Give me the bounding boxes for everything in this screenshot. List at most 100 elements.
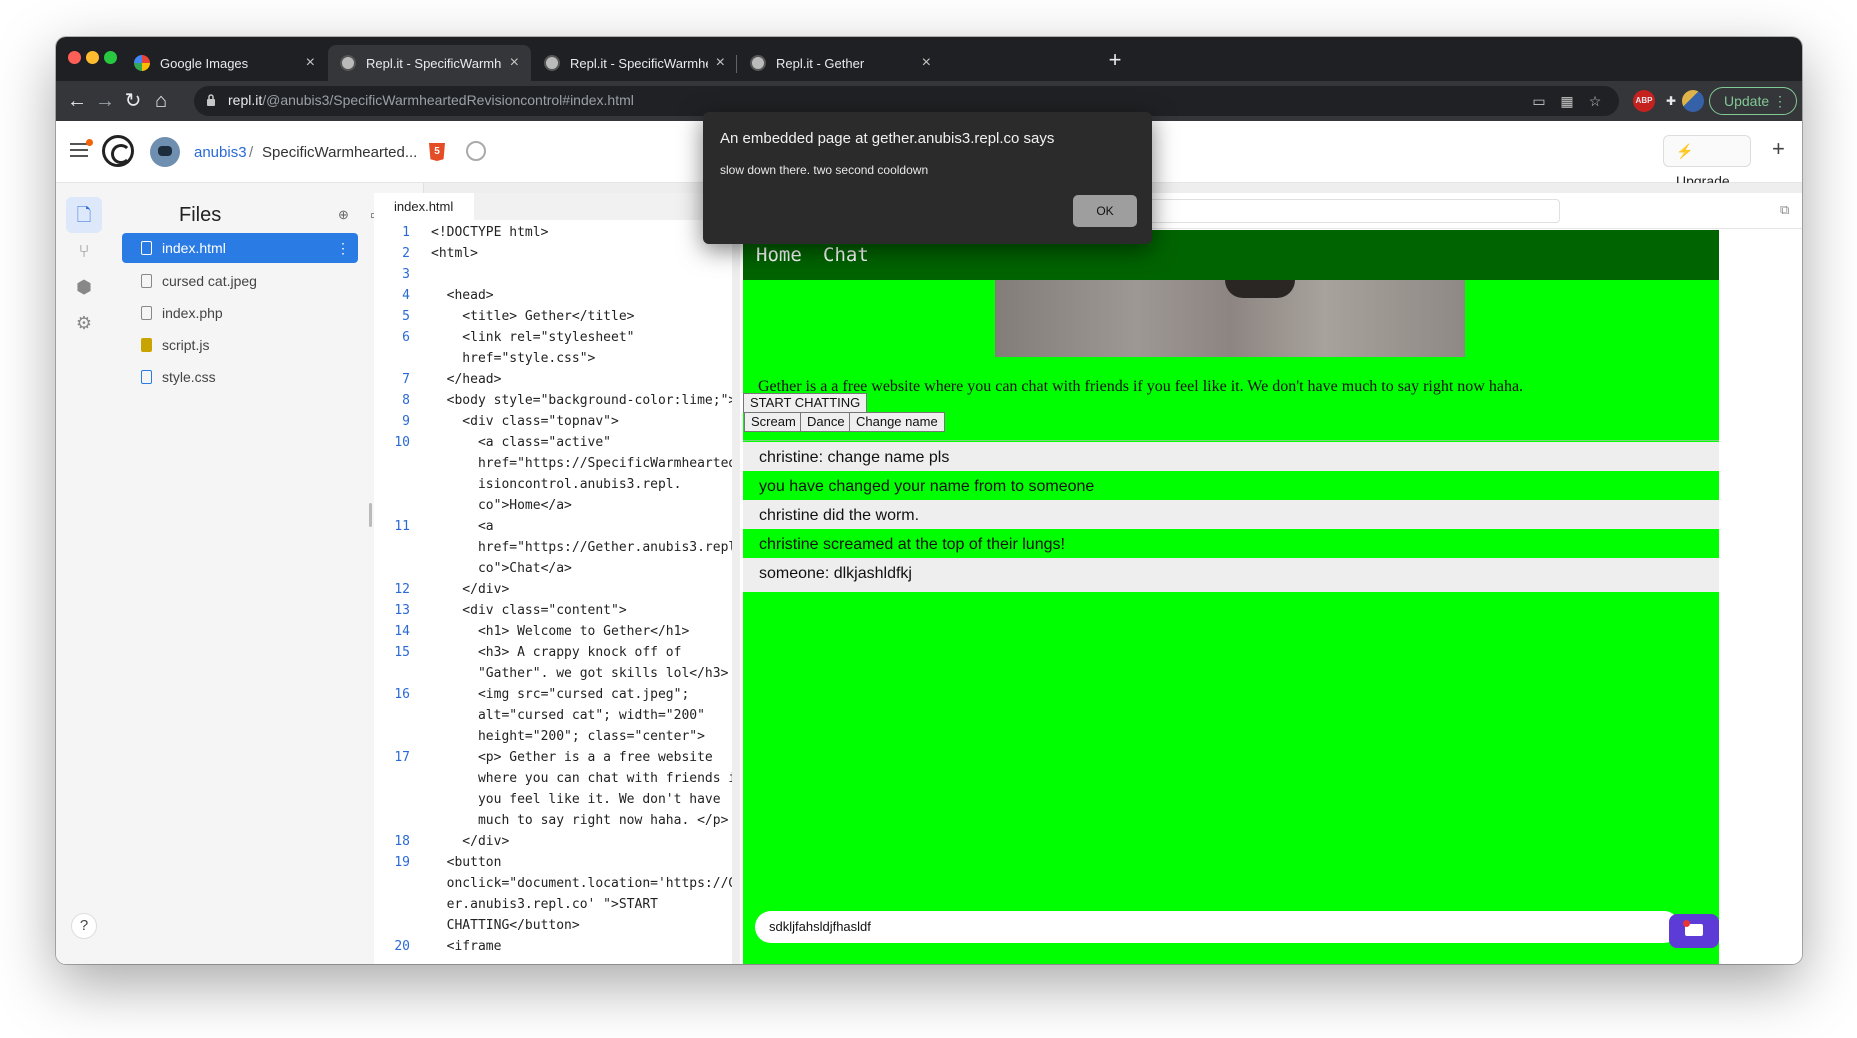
chat-input[interactable]: sdkljfahsldjfhasldf (755, 911, 1680, 943)
code-line[interactable]: much to say right now haha. </p> (374, 810, 732, 831)
home-icon[interactable]: ⌂ (147, 87, 175, 115)
file-item-style-css[interactable]: style.css (122, 362, 358, 392)
line-number: 3 (402, 267, 410, 282)
editor-tab-index-html[interactable]: index.html (374, 193, 474, 220)
code-line[interactable]: 3 (374, 264, 732, 285)
minimize-window-button[interactable] (86, 51, 99, 64)
code-line[interactable]: 8 <body style="background-color:lime;"> (374, 390, 732, 411)
code-line[interactable]: you feel like it. We don't have (374, 789, 732, 810)
code-line[interactable]: href="https://SpecificWarmheartedRev (374, 453, 732, 474)
code-line[interactable]: height="200"; class="center"> (374, 726, 732, 747)
file-menu-icon[interactable]: ⋮ (336, 233, 350, 263)
code-line[interactable]: 12 </div> (374, 579, 732, 600)
repl-name[interactable]: SpecificWarmhearted... (262, 144, 417, 161)
maximize-window-button[interactable] (104, 51, 117, 64)
forward-icon[interactable]: → (91, 87, 119, 115)
line-text: height="200"; class="center"> (431, 729, 705, 744)
close-tab-icon[interactable]: × (922, 54, 931, 72)
code-line[interactable]: 1 <!DOCTYPE html> (374, 222, 732, 243)
profile-avatar-icon[interactable] (1682, 90, 1704, 112)
tab-repl-2[interactable]: Repl.it - SpecificWarmheartedR × (532, 45, 737, 81)
file-item-cursed-cat[interactable]: cursed cat.jpeg (122, 266, 358, 296)
update-button[interactable]: Update ⋮ (1709, 87, 1797, 115)
new-file-icon[interactable]: ⊕ (338, 207, 349, 223)
replit-logo[interactable] (102, 135, 134, 167)
reload-icon[interactable]: ↻ (119, 87, 147, 115)
code-line[interactable]: 7 </head> (374, 369, 732, 390)
code-line[interactable]: 11 <a (374, 516, 732, 537)
back-icon[interactable]: ← (63, 87, 91, 115)
code-line[interactable]: 4 <head> (374, 285, 732, 306)
qr-code-icon[interactable]: ▦ (1558, 92, 1576, 110)
code-line[interactable]: isioncontrol.anubis3.repl. (374, 474, 732, 495)
change-name-button[interactable]: Change name (849, 412, 945, 432)
menu-icon[interactable] (70, 143, 88, 157)
nav-home-link[interactable]: Home (756, 244, 802, 266)
username-link[interactable]: anubis3 (194, 144, 247, 161)
cast-icon[interactable]: ▭ (1530, 92, 1548, 110)
code-line[interactable]: 9 <div class="topnav"> (374, 411, 732, 432)
dance-button[interactable]: Dance (800, 412, 852, 432)
upgrade-button[interactable]: ⚡ Upgrade (1663, 135, 1751, 189)
user-avatar[interactable] (150, 137, 180, 167)
add-pane-icon[interactable]: + (1772, 136, 1785, 162)
line-number: 11 (394, 519, 410, 534)
tab-google-images[interactable]: Google Images × (122, 45, 327, 81)
code-line[interactable]: er.anubis3.repl.co' ">START (374, 894, 732, 915)
scream-button[interactable]: Scream (744, 412, 803, 432)
bookmark-star-icon[interactable]: ☆ (1586, 92, 1604, 110)
code-line[interactable]: 13 <div class="content"> (374, 600, 732, 621)
file-item-index-php[interactable]: index.php (122, 298, 358, 328)
code-line[interactable]: 6 <link rel="stylesheet" (374, 327, 732, 348)
line-text: </div> (431, 834, 510, 849)
files-tool-icon[interactable]: 🗋 (66, 197, 102, 233)
code-line[interactable]: 18 </div> (374, 831, 732, 852)
open-in-new-tab-icon[interactable]: ⧉ (1780, 202, 1789, 218)
close-tab-icon[interactable]: × (510, 54, 519, 72)
extensions-puzzle-icon[interactable]: ✚ (1660, 90, 1682, 112)
code-line[interactable]: href="https://Gether.anubis3.repl. (374, 537, 732, 558)
code-line[interactable]: where you can chat with friends if (374, 768, 732, 789)
file-item-index-html[interactable]: index.html ⋮ (122, 233, 358, 263)
line-text: href="https://SpecificWarmheartedRev (431, 456, 732, 471)
code-line[interactable]: 16 <img src="cursed cat.jpeg"; (374, 684, 732, 705)
tab-repl-active[interactable]: Repl.it - SpecificWarmheartedR × (328, 45, 531, 81)
close-tab-icon[interactable]: × (716, 54, 725, 72)
tab-repl-gether[interactable]: Repl.it - Gether × (738, 45, 943, 81)
code-line[interactable]: co">Home</a> (374, 495, 732, 516)
help-button[interactable]: ? (71, 913, 97, 939)
code-line[interactable]: 19 <button (374, 852, 732, 873)
code-line[interactable]: 14 <h1> Welcome to Gether</h1> (374, 621, 732, 642)
nav-chat-link[interactable]: Chat (823, 244, 869, 266)
new-tab-button[interactable]: + (1101, 47, 1129, 75)
close-window-button[interactable] (68, 51, 81, 64)
code-line[interactable]: 15 <h3> A crappy knock off of (374, 642, 732, 663)
code-editor[interactable]: index.html 1 <!DOCTYPE html> 2 <html> 3 4 <he… (374, 193, 732, 964)
file-item-script-js[interactable]: script.js (122, 330, 358, 360)
code-line[interactable]: co">Chat</a> (374, 558, 732, 579)
version-control-icon[interactable]: ⑂ (66, 233, 102, 269)
close-tab-icon[interactable]: × (306, 54, 315, 72)
line-text: you feel like it. We don't have (431, 792, 721, 807)
adblock-icon[interactable]: ABP (1633, 90, 1655, 112)
code-line[interactable]: 10 <a class="active" (374, 432, 732, 453)
start-chatting-button[interactable]: START CHATTING (743, 393, 868, 413)
code-line[interactable]: 17 <p> Gether is a a free website (374, 747, 732, 768)
code-line[interactable]: "Gather". we got skills lol</h3> (374, 663, 732, 684)
code-line[interactable]: 20 <iframe (374, 936, 732, 957)
history-icon[interactable] (466, 141, 486, 161)
code-line[interactable]: alt="cursed cat"; width="200" (374, 705, 732, 726)
code-line[interactable]: href="style.css"> (374, 348, 732, 369)
chat-send-icon[interactable] (1669, 914, 1719, 948)
code-line[interactable]: 5 <title> Gether</title> (374, 306, 732, 327)
code-line[interactable]: CHATTING</button> (374, 915, 732, 936)
line-text: href="style.css"> (431, 351, 596, 366)
code-line[interactable]: onclick="document.location='https://Geth (374, 873, 732, 894)
code-line[interactable]: 2 <html> (374, 243, 732, 264)
settings-gear-icon[interactable]: ⚙ (66, 305, 102, 341)
line-text: <!DOCTYPE html> (431, 225, 549, 240)
panel-resize-handle[interactable] (369, 503, 372, 527)
alert-ok-button[interactable]: OK (1073, 195, 1137, 227)
line-text: <iframe (431, 939, 502, 954)
packages-icon[interactable]: ⬢ (66, 269, 102, 305)
